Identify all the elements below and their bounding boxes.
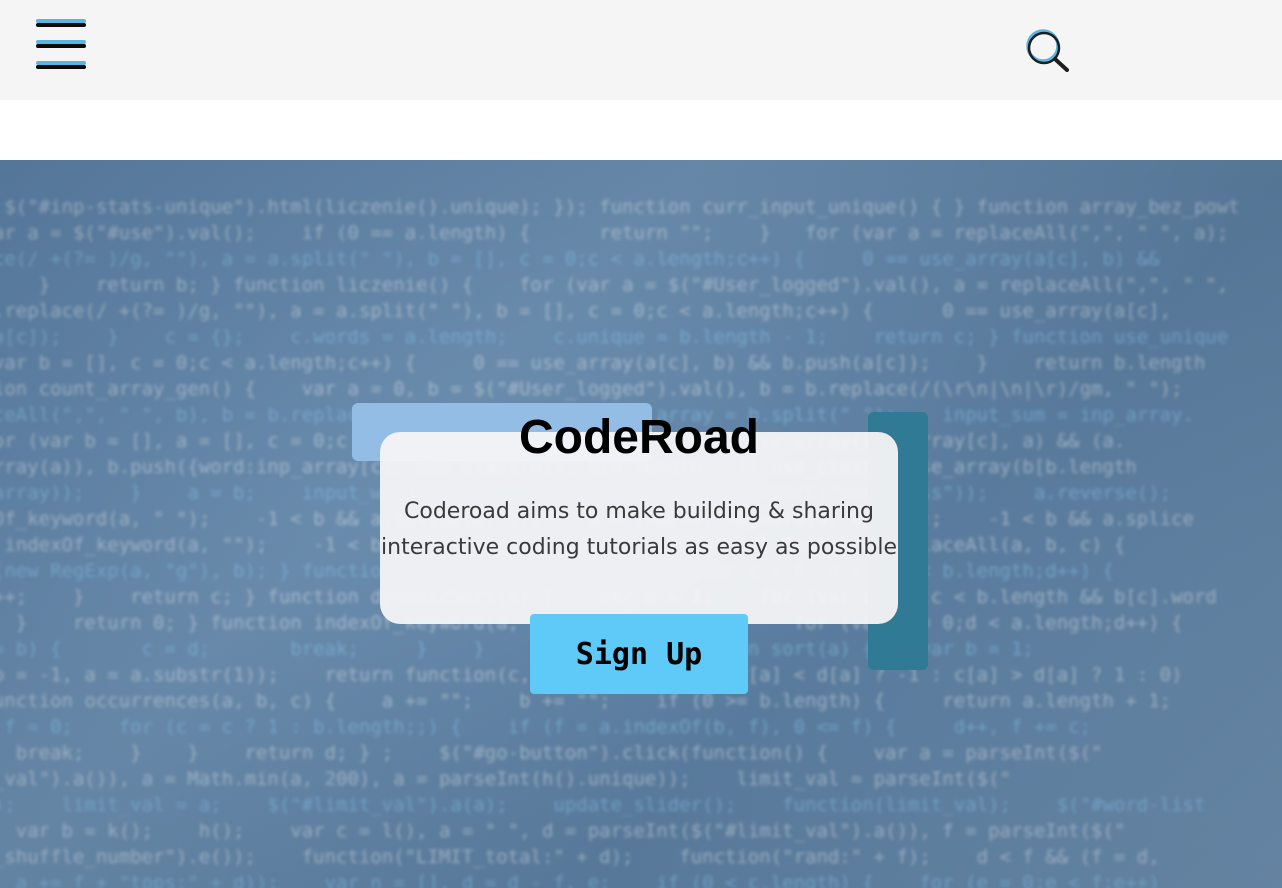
menu-bar [36,44,86,48]
menu-bar [36,23,86,27]
hamburger-menu-icon[interactable] [36,18,86,72]
sign-up-button[interactable]: Sign Up [530,614,748,694]
search-icon[interactable] [1022,26,1070,72]
top-navbar [0,0,1282,100]
menu-bar [36,65,86,69]
page-title: CodeRoad [519,411,759,464]
hero-description: Coderoad aims to make building & sharing… [381,499,897,560]
